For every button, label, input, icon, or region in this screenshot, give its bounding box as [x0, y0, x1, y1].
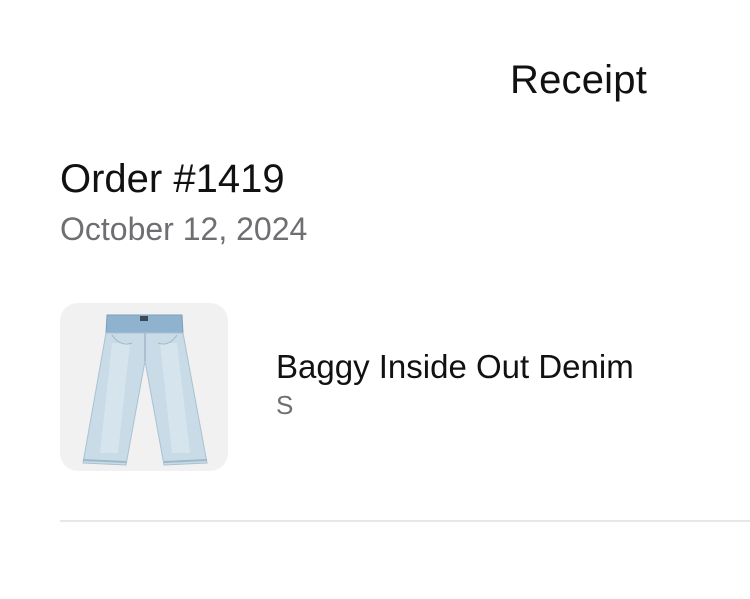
order-number: Order #1419 — [60, 157, 285, 201]
product-thumbnail[interactable] — [60, 303, 228, 471]
item-size: S — [276, 390, 294, 420]
item-name: Baggy Inside Out Denim — [276, 348, 634, 385]
order-date: October 12, 2024 — [60, 211, 308, 247]
divider — [60, 520, 750, 522]
page-title: Receipt — [510, 58, 648, 102]
item-details: Baggy Inside Out Denim S — [276, 347, 634, 421]
order-summary: Order #1419 October 12, 2024 — [60, 155, 307, 249]
order-item[interactable]: Baggy Inside Out Denim S — [60, 303, 750, 471]
receipt-screen: Receipt Order #1419 October 12, 2024 Bag… — [0, 0, 750, 599]
jeans-product-image — [82, 314, 208, 466]
